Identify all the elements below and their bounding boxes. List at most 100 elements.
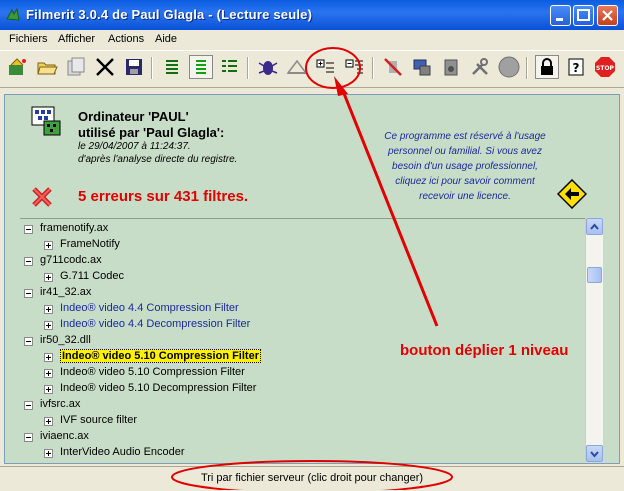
tree-row[interactable]: g711codc.ax (20, 253, 585, 269)
toolbar-separator (247, 57, 249, 79)
chevron-down-icon (590, 451, 599, 458)
open-folder-icon (37, 62, 58, 75)
vertical-scrollbar[interactable] (585, 218, 603, 462)
toolbar-separator (526, 57, 528, 79)
disc-icon (498, 56, 520, 78)
expand-toggle-icon[interactable] (44, 417, 53, 426)
expand-toggle-icon[interactable] (44, 241, 53, 250)
tree-file-label: ivfsrc.ax (40, 398, 81, 410)
tree-row[interactable]: iviaenc.ax (20, 429, 585, 445)
collapse-icon (345, 59, 363, 74)
tree-filter-label: Indeo® video 5.10 Compression Filter (60, 349, 261, 363)
collapse-toggle-icon[interactable] (24, 337, 33, 346)
sound-button[interactable] (439, 55, 463, 79)
toolbar-separator (151, 57, 153, 79)
tree-filter-label: Indeo® video 4.4 Compression Filter (60, 302, 239, 314)
collapse-toggle-icon[interactable] (24, 225, 33, 234)
tree-filter-label: InterVideo Audio Encoder (60, 446, 185, 458)
sound-icon (444, 59, 458, 76)
expand-toggle-icon[interactable] (44, 385, 53, 394)
info-header: Ordinateur 'PAUL' utilisé par 'Paul Glag… (12, 97, 612, 215)
tree-filter-label: Indeo® video 5.10 Compression Filter (60, 366, 245, 378)
expand-toggle-icon[interactable] (44, 321, 53, 330)
tree-row[interactable]: G.711 Codec (20, 269, 585, 285)
list-view-selected-button[interactable] (189, 55, 213, 79)
tree-row[interactable]: FrameNotify (20, 237, 585, 253)
tree-file-label: g711codc.ax (40, 254, 102, 266)
expand-toggle-icon[interactable] (44, 449, 53, 458)
back-arrow-icon[interactable] (557, 179, 587, 209)
computer-button[interactable] (410, 55, 434, 79)
help-icon: ? (568, 58, 584, 76)
tree-row[interactable]: ivfsrc.ax (20, 397, 585, 413)
collapse-toggle-icon[interactable] (24, 433, 33, 442)
tree-filter-label: FrameNotify (60, 238, 120, 250)
tree-row[interactable]: Indeo® video 4.4 Compression Filter (20, 301, 585, 317)
help-button[interactable]: ? (564, 55, 588, 79)
tools-button[interactable] (468, 55, 492, 79)
list-view-icon (166, 60, 178, 74)
open-wizard-button[interactable] (5, 55, 29, 79)
expand-one-level-button[interactable] (314, 55, 338, 79)
tree-filter-label: Indeo® video 5.10 Decompression Filter (60, 382, 257, 394)
minimize-icon (556, 18, 563, 21)
status-text[interactable]: Tri par fichier serveur (clic droit pour… (0, 472, 624, 484)
scale-icon (286, 59, 308, 74)
tree-row[interactable]: Indeo® video 4.4 Decompression Filter (20, 317, 585, 333)
stop-button[interactable]: STOP (593, 55, 617, 79)
lock-button[interactable] (535, 55, 559, 79)
scroll-up-button[interactable] (586, 218, 603, 235)
close-button[interactable] (597, 5, 618, 26)
tree-file-label: iviaenc.ax (40, 430, 89, 442)
chevron-up-icon (590, 223, 599, 230)
list-view-button[interactable] (160, 55, 184, 79)
collapse-button[interactable] (343, 55, 367, 79)
collapse-toggle-icon[interactable] (24, 257, 33, 266)
open-folder-button[interactable] (35, 55, 59, 79)
close-icon (602, 10, 613, 21)
tree-file-label: ir50_32.dll (40, 334, 91, 346)
expand-toggle-icon[interactable] (44, 305, 53, 314)
menu-bar: Fichiers Afficher Actions Aide (0, 30, 624, 48)
tree-row[interactable]: Indeo® video 5.10 Compression Filter (20, 365, 585, 381)
menu-aide[interactable]: Aide (155, 33, 177, 45)
tree-row[interactable]: ir41_32.ax (20, 285, 585, 301)
computer-icon (413, 59, 431, 76)
maximize-button[interactable] (573, 5, 594, 26)
menu-fichiers[interactable]: Fichiers (9, 33, 48, 45)
tree-row[interactable]: Indeo® video 5.10 Decompression Filter (20, 381, 585, 397)
tree-row[interactable]: framenotify.ax (20, 221, 585, 237)
menu-afficher[interactable]: Afficher (58, 33, 95, 45)
expand-toggle-icon[interactable] (44, 273, 53, 282)
date-line: le 29/04/2007 à 11:24:37. (78, 141, 191, 152)
expand-toggle-icon[interactable] (44, 369, 53, 378)
svg-text:?: ? (573, 61, 580, 75)
scroll-thumb[interactable] (587, 267, 602, 283)
blocked-button[interactable] (381, 55, 405, 79)
tree-file-label: framenotify.ax (40, 222, 109, 234)
list-view-selected-icon (196, 60, 206, 74)
list-detail-button[interactable] (218, 55, 242, 79)
collapse-toggle-icon[interactable] (24, 401, 33, 410)
scale-button[interactable] (285, 55, 309, 79)
expand-toggle-icon[interactable] (44, 353, 53, 362)
stop-icon: STOP (595, 57, 615, 77)
minimize-button[interactable] (550, 5, 571, 26)
error-count: 5 erreurs sur 431 filtres. (78, 188, 249, 205)
license-notice[interactable]: Ce programme est réservé à l'usage perso… (370, 129, 560, 204)
scroll-down-button[interactable] (586, 445, 603, 462)
tree-row[interactable]: InterVideo Audio Encoder (20, 445, 585, 461)
tree-row[interactable]: IVF source filter (20, 413, 585, 429)
bug-button[interactable] (256, 55, 280, 79)
filter-tree[interactable]: framenotify.ax FrameNotify g711codc.ax G.71… (20, 218, 585, 463)
tools-icon (472, 58, 488, 75)
copy-button[interactable] (64, 55, 88, 79)
menu-actions[interactable]: Actions (108, 33, 144, 45)
save-button[interactable] (122, 55, 146, 79)
collapse-toggle-icon[interactable] (24, 289, 33, 298)
cut-button[interactable] (93, 55, 117, 79)
lock-icon (541, 58, 553, 75)
disc-button[interactable] (497, 55, 521, 79)
title-bar: Filmerit 3.0.4 de Paul Glagla - (Lecture… (0, 0, 624, 30)
status-bar: Tri par fichier serveur (clic droit pour… (0, 466, 624, 491)
